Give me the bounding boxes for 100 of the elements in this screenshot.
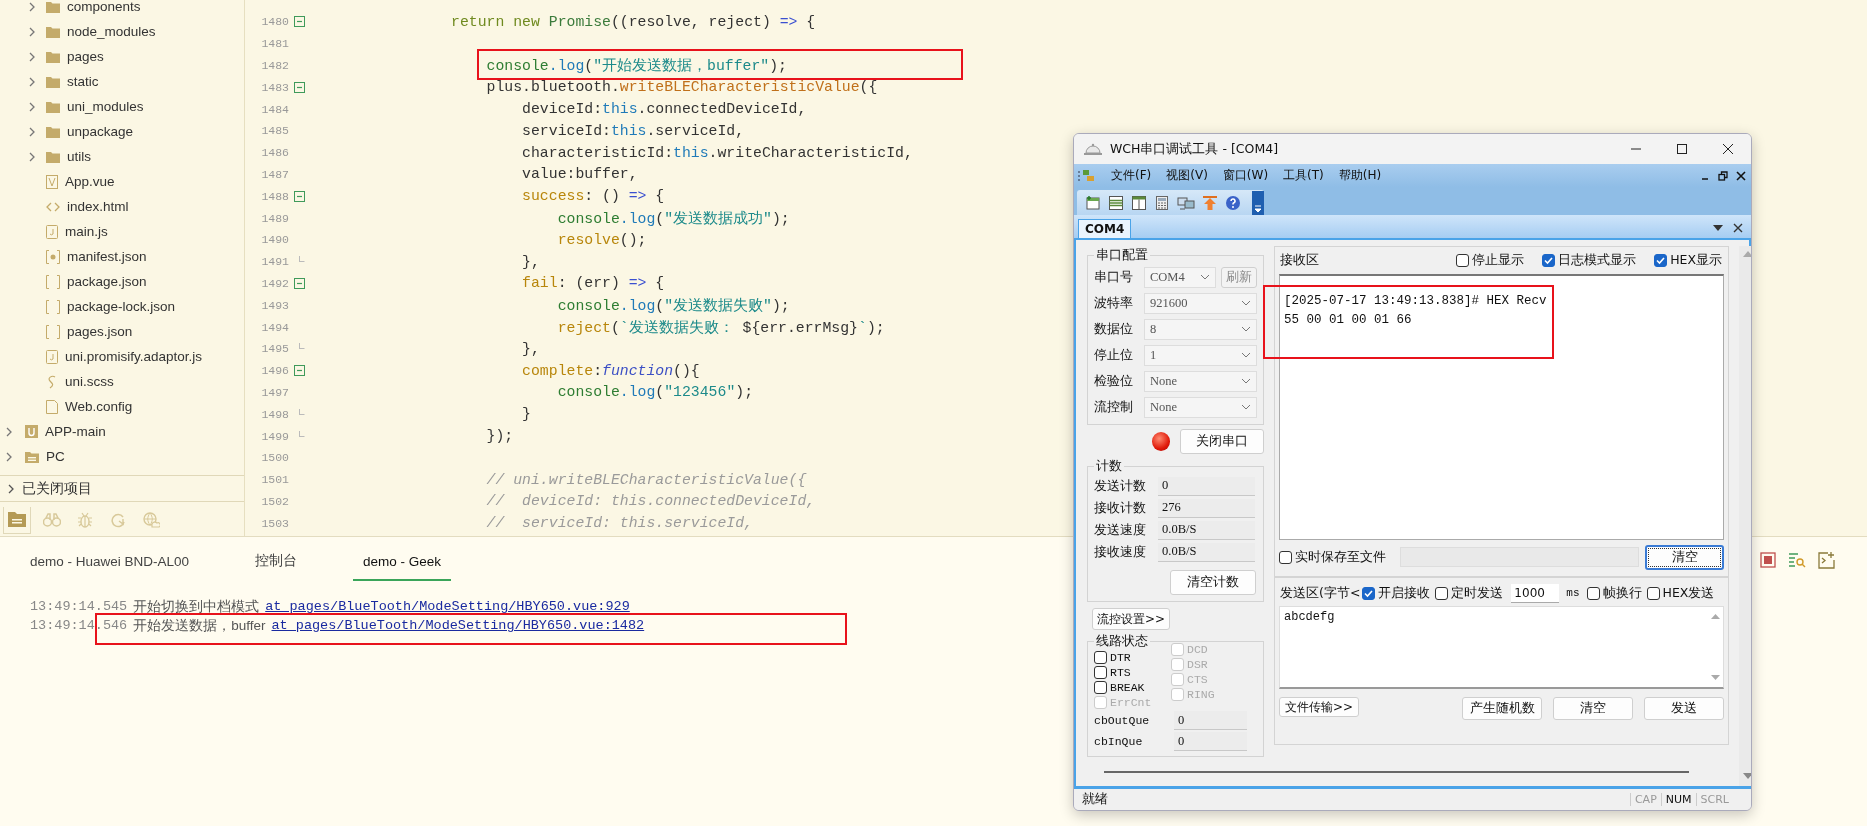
- menu-item[interactable]: 工具(T): [1283, 167, 1324, 184]
- fold-toggle-icon[interactable]: [293, 190, 305, 202]
- split-horizontal-icon[interactable]: [1108, 194, 1124, 211]
- monitors-icon[interactable]: [1177, 194, 1195, 211]
- checkbox[interactable]: 定时发送: [1435, 584, 1504, 602]
- file-tree-item[interactable]: static: [67, 74, 99, 89]
- project-tree-item[interactable]: PC: [46, 449, 65, 464]
- file-tree-item[interactable]: Web.config: [65, 399, 133, 414]
- scss-file-icon: [46, 374, 58, 389]
- menu-item[interactable]: 文件(F): [1111, 167, 1152, 184]
- close-port-button[interactable]: 关闭串口: [1180, 428, 1264, 454]
- dropdown-field[interactable]: 921600: [1144, 292, 1257, 314]
- checkbox[interactable]: 开启接收: [1362, 584, 1431, 602]
- calculator-icon[interactable]: [1154, 194, 1170, 211]
- console-tab[interactable]: demo - Huawei BND-AL00: [20, 539, 200, 581]
- file-tree-item[interactable]: components: [67, 0, 141, 14]
- file-tree-item[interactable]: pages: [67, 49, 104, 64]
- closed-projects-item[interactable]: 已关闭项目: [22, 479, 92, 498]
- interval-input[interactable]: 1000: [1511, 583, 1560, 603]
- close-icon[interactable]: [1736, 170, 1746, 181]
- menu-item[interactable]: 窗口(W): [1222, 167, 1269, 184]
- dropdown-field[interactable]: None: [1144, 370, 1257, 392]
- chevron-icon[interactable]: [5, 451, 13, 462]
- fold-toggle-icon[interactable]: [293, 277, 305, 289]
- clear-button[interactable]: 清空: [1645, 544, 1724, 570]
- chevron-icon[interactable]: [5, 426, 13, 437]
- receive-text-area[interactable]: [2025-07-17 13:49:13.838]# HEX Recv 55 00 01 00 01 66: [1279, 274, 1724, 540]
- source-link[interactable]: at pages/BlueTooth/ModeSetting/HBY650.vue:929: [265, 599, 630, 614]
- file-tree-item[interactable]: utils: [67, 149, 91, 164]
- checkbox[interactable]: 实时保存至文件: [1279, 548, 1386, 566]
- chevron-icon[interactable]: [28, 101, 36, 112]
- checkbox[interactable]: HEX显示: [1654, 251, 1722, 269]
- file-tree-item[interactable]: App.vue: [65, 174, 115, 189]
- checkbox[interactable]: 日志模式显示: [1542, 251, 1637, 269]
- add-panel-icon[interactable]: [1818, 551, 1835, 569]
- checkbox[interactable]: DTR: [1094, 650, 1171, 665]
- menu-item[interactable]: 视图(V): [1166, 167, 1208, 184]
- console-tab[interactable]: demo - Geek: [353, 539, 452, 581]
- send-panel-button[interactable]: 产生随机数: [1462, 697, 1542, 720]
- send-panel-button[interactable]: 文件传输>>: [1279, 697, 1360, 717]
- close-icon[interactable]: [1733, 223, 1743, 233]
- file-tree-item[interactable]: main.js: [65, 224, 108, 239]
- scrollbar[interactable]: [1104, 771, 1689, 773]
- checkbox[interactable]: HEX发送: [1646, 584, 1715, 602]
- chevron-icon[interactable]: [28, 51, 36, 62]
- dropdown-field[interactable]: 8: [1144, 318, 1257, 340]
- toolbar-overflow-icon[interactable]: [1252, 190, 1264, 215]
- chevron-icon[interactable]: [28, 1, 36, 12]
- checkbox[interactable]: BREAK: [1094, 680, 1171, 695]
- scroll-down-icon[interactable]: [1711, 675, 1720, 681]
- line-number: 1481: [260, 37, 289, 51]
- split-vertical-icon[interactable]: [1131, 194, 1147, 211]
- file-tree-item[interactable]: uni.scss: [65, 374, 114, 389]
- dropdown-arrow-icon[interactable]: [1713, 224, 1723, 232]
- checkbox[interactable]: RTS: [1094, 665, 1171, 680]
- dropdown-field[interactable]: COM4: [1144, 266, 1216, 288]
- search-list-icon[interactable]: [1788, 552, 1806, 568]
- document-tab[interactable]: COM4: [1078, 219, 1132, 238]
- project-tree-item[interactable]: APP-main: [45, 424, 106, 439]
- panel-tab[interactable]: [3, 506, 31, 534]
- dropdown-field[interactable]: None: [1144, 396, 1257, 418]
- restore-icon[interactable]: [1718, 170, 1728, 181]
- stop-icon[interactable]: [1760, 552, 1776, 568]
- chevron-icon[interactable]: [28, 26, 36, 37]
- file-tree-item[interactable]: package-lock.json: [67, 299, 176, 314]
- send-panel-button[interactable]: 清空: [1553, 697, 1633, 720]
- chevron-icon[interactable]: [7, 483, 15, 494]
- fold-toggle-icon[interactable]: [293, 16, 305, 28]
- checkbox[interactable]: 帧换行: [1586, 584, 1642, 602]
- source-link[interactable]: at pages/BlueTooth/ModeSetting/HBY650.vue:1482: [271, 618, 645, 633]
- file-tree-item[interactable]: index.html: [67, 199, 129, 214]
- file-tree-item[interactable]: pages.json: [67, 324, 133, 339]
- status-text: 就绪: [1082, 791, 1108, 808]
- reset-count-button[interactable]: 清空计数: [1170, 570, 1256, 595]
- help-icon[interactable]: [1225, 194, 1241, 211]
- scrollbar[interactable]: [1739, 246, 1751, 786]
- file-tree-item[interactable]: unpackage: [67, 124, 134, 139]
- upload-arrow-icon[interactable]: [1202, 194, 1218, 211]
- menu-item[interactable]: 帮助(H): [1338, 167, 1382, 184]
- chevron-icon[interactable]: [28, 126, 36, 137]
- chevron-icon[interactable]: [28, 76, 36, 87]
- maximize-icon[interactable]: [1676, 143, 1688, 155]
- file-tree-item[interactable]: manifest.json: [67, 249, 147, 264]
- scroll-up-icon[interactable]: [1711, 613, 1720, 619]
- checkbox[interactable]: 停止显示: [1456, 251, 1525, 269]
- fold-toggle-icon[interactable]: [293, 81, 305, 93]
- fold-toggle-icon[interactable]: [293, 365, 305, 377]
- console-tab[interactable]: 控制台: [245, 538, 308, 582]
- new-session-icon[interactable]: [1085, 194, 1101, 211]
- send-panel-button[interactable]: 发送: [1644, 697, 1724, 720]
- file-tree-item[interactable]: uni_modules: [67, 99, 144, 114]
- log-message: 开始切换到中档模式: [133, 597, 260, 616]
- file-tree-item[interactable]: node_modules: [67, 24, 156, 39]
- close-icon[interactable]: [1722, 143, 1734, 155]
- dropdown-field[interactable]: 1: [1144, 344, 1257, 366]
- flow-settings-button[interactable]: 流控设置>>: [1092, 608, 1170, 630]
- scroll-down-icon[interactable]: [1742, 773, 1751, 780]
- file-tree-item[interactable]: package.json: [67, 274, 147, 289]
- chevron-icon[interactable]: [28, 151, 36, 162]
- file-tree-item[interactable]: uni.promisify.adaptor.js: [65, 349, 203, 364]
